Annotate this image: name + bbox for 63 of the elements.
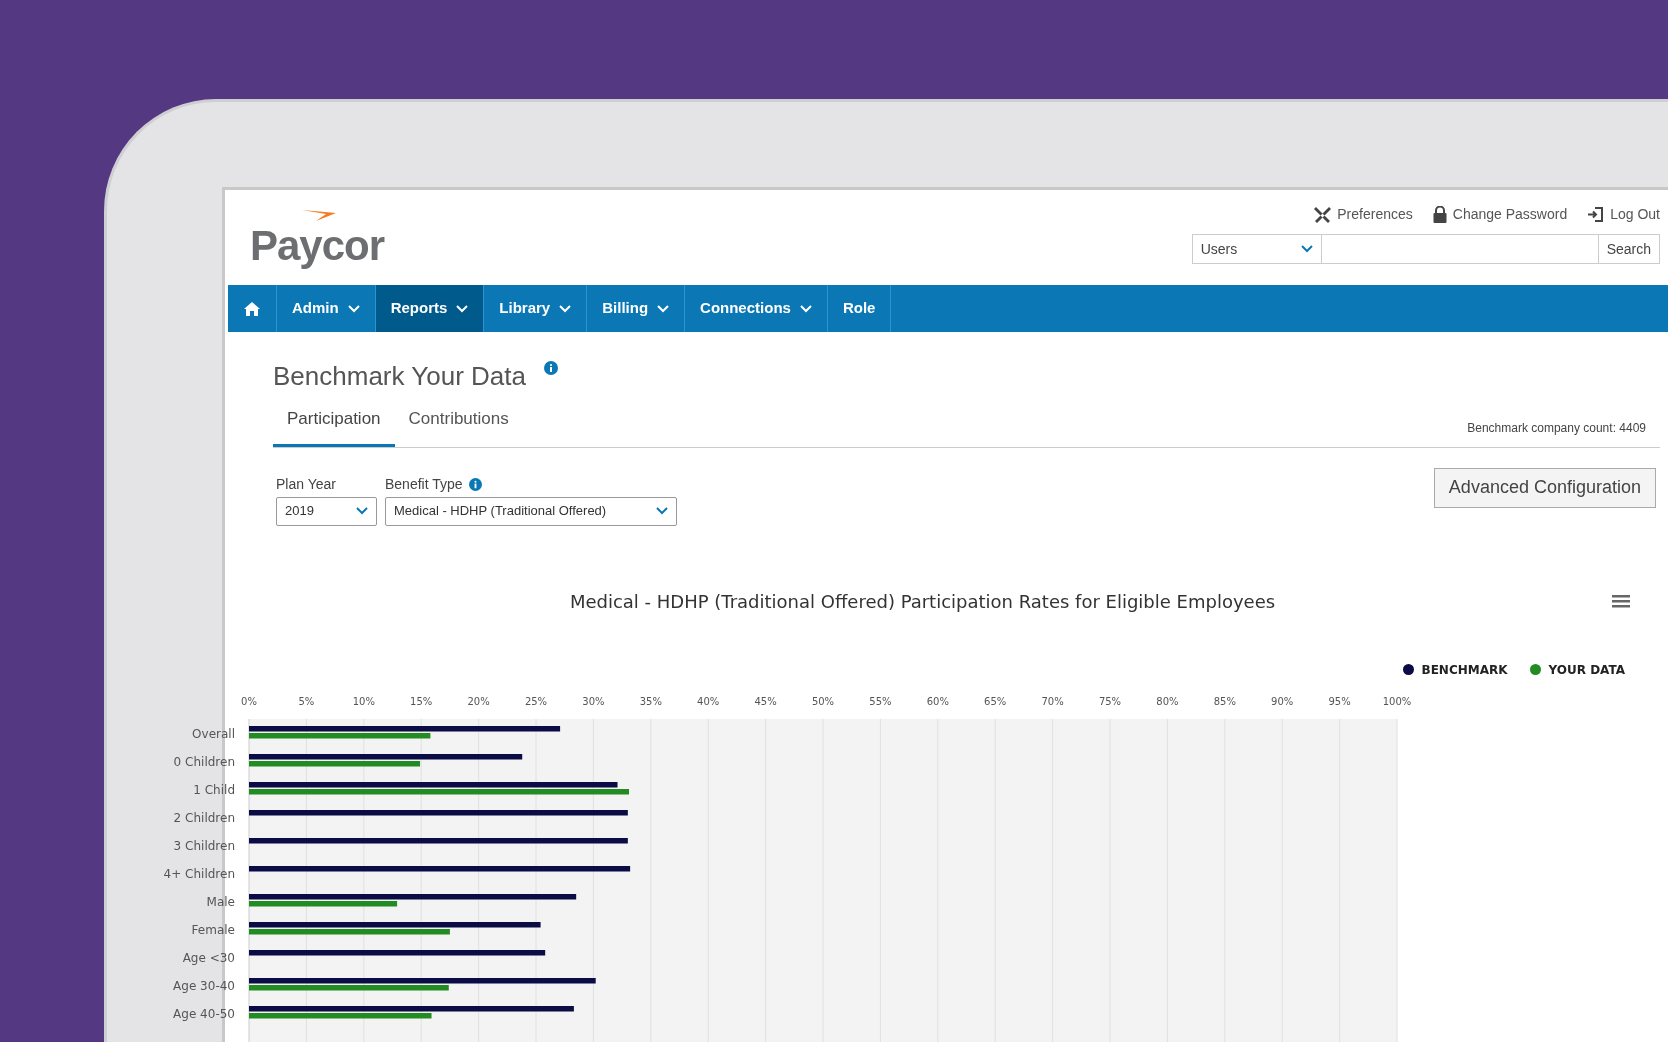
- category-label: 0 Children: [173, 754, 235, 769]
- category-label: 3 Children: [173, 838, 235, 853]
- axis-label: 0%: [241, 695, 257, 707]
- category-label: Age <30: [182, 950, 235, 965]
- dropdown-select[interactable]: 2019: [276, 496, 377, 526]
- company-count-text: Benchmark company count: 4409: [1467, 419, 1646, 437]
- axis-label: 90%: [1271, 695, 1294, 707]
- search-field[interactable]: [1321, 234, 1598, 264]
- category-label: Age 40-50: [173, 1006, 235, 1021]
- chevron-down-icon: [356, 507, 368, 515]
- axis-label: 15%: [410, 695, 433, 707]
- axis-label: 5%: [298, 695, 315, 707]
- category-label: Overall: [192, 726, 235, 741]
- axis-label: 80%: [1156, 695, 1179, 707]
- axis-label: 40%: [697, 695, 720, 707]
- advanced-configuration-button[interactable]: Advanced Configuration: [1433, 467, 1656, 508]
- axis-label: 60%: [926, 695, 949, 707]
- tab[interactable]: Participation: [273, 406, 395, 447]
- home-icon: [244, 301, 260, 316]
- axis-label: 50%: [811, 695, 835, 707]
- tools-icon: [1314, 205, 1332, 223]
- axis-label: 35%: [639, 695, 662, 707]
- swoosh-icon: [302, 209, 338, 221]
- axis-label: 30%: [582, 695, 605, 707]
- lock-icon: [1432, 205, 1447, 223]
- axis-label: 85%: [1213, 695, 1236, 707]
- legend-label[interactable]: BENCHMARK: [1421, 660, 1508, 679]
- chevron-down-icon: [1300, 245, 1313, 253]
- chart-title: Medical - HDHP (Traditional Offered) Participation Rates for Eligible Employees: [568, 589, 1277, 614]
- axis-label: 10%: [352, 695, 375, 707]
- category-label: Age 30-40: [173, 978, 235, 993]
- axis-label: 95%: [1328, 695, 1351, 707]
- category-label: Female: [191, 922, 235, 937]
- axis-label: 100%: [1382, 695, 1412, 707]
- axis-label: 55%: [869, 695, 892, 707]
- legend-label[interactable]: YOUR DATA: [1548, 660, 1625, 679]
- chevron-down-icon: [656, 507, 668, 515]
- nav-menu-item[interactable]: Reports: [375, 285, 485, 332]
- search-button[interactable]: Search: [1597, 234, 1660, 264]
- tab[interactable]: Contributions: [394, 406, 523, 447]
- menu-icon[interactable]: [1612, 594, 1630, 608]
- category-label: 4+ Children: [163, 866, 235, 881]
- category-label: 2 Children: [173, 810, 235, 825]
- dropdown-select[interactable]: Medical - HDHP (Traditional Offered): [385, 496, 677, 526]
- axis-label: 25%: [524, 695, 548, 707]
- info-icon[interactable]: [543, 361, 558, 375]
- logo-text: Paycor: [250, 222, 385, 270]
- header-link[interactable]: Preferences: [1314, 203, 1413, 225]
- page-title: Benchmark Your Data: [273, 360, 526, 393]
- field-label: Plan Year: [276, 474, 336, 494]
- info-icon[interactable]: [468, 477, 482, 491]
- header-link[interactable]: Log Out: [1587, 203, 1660, 225]
- axis-label: 75%: [1098, 695, 1122, 707]
- scope-select[interactable]: Users: [1191, 234, 1322, 264]
- category-label: 1 Child: [193, 782, 235, 797]
- header-link[interactable]: Change Password: [1432, 203, 1568, 225]
- axis-label: 70%: [1041, 695, 1064, 707]
- exit-icon: [1587, 205, 1605, 223]
- category-label: Male: [206, 894, 235, 909]
- axis-label: 65%: [984, 695, 1007, 707]
- field-label: Benefit Type: [385, 474, 463, 494]
- axis-label: 45%: [754, 695, 777, 707]
- axis-label: 20%: [467, 695, 490, 707]
